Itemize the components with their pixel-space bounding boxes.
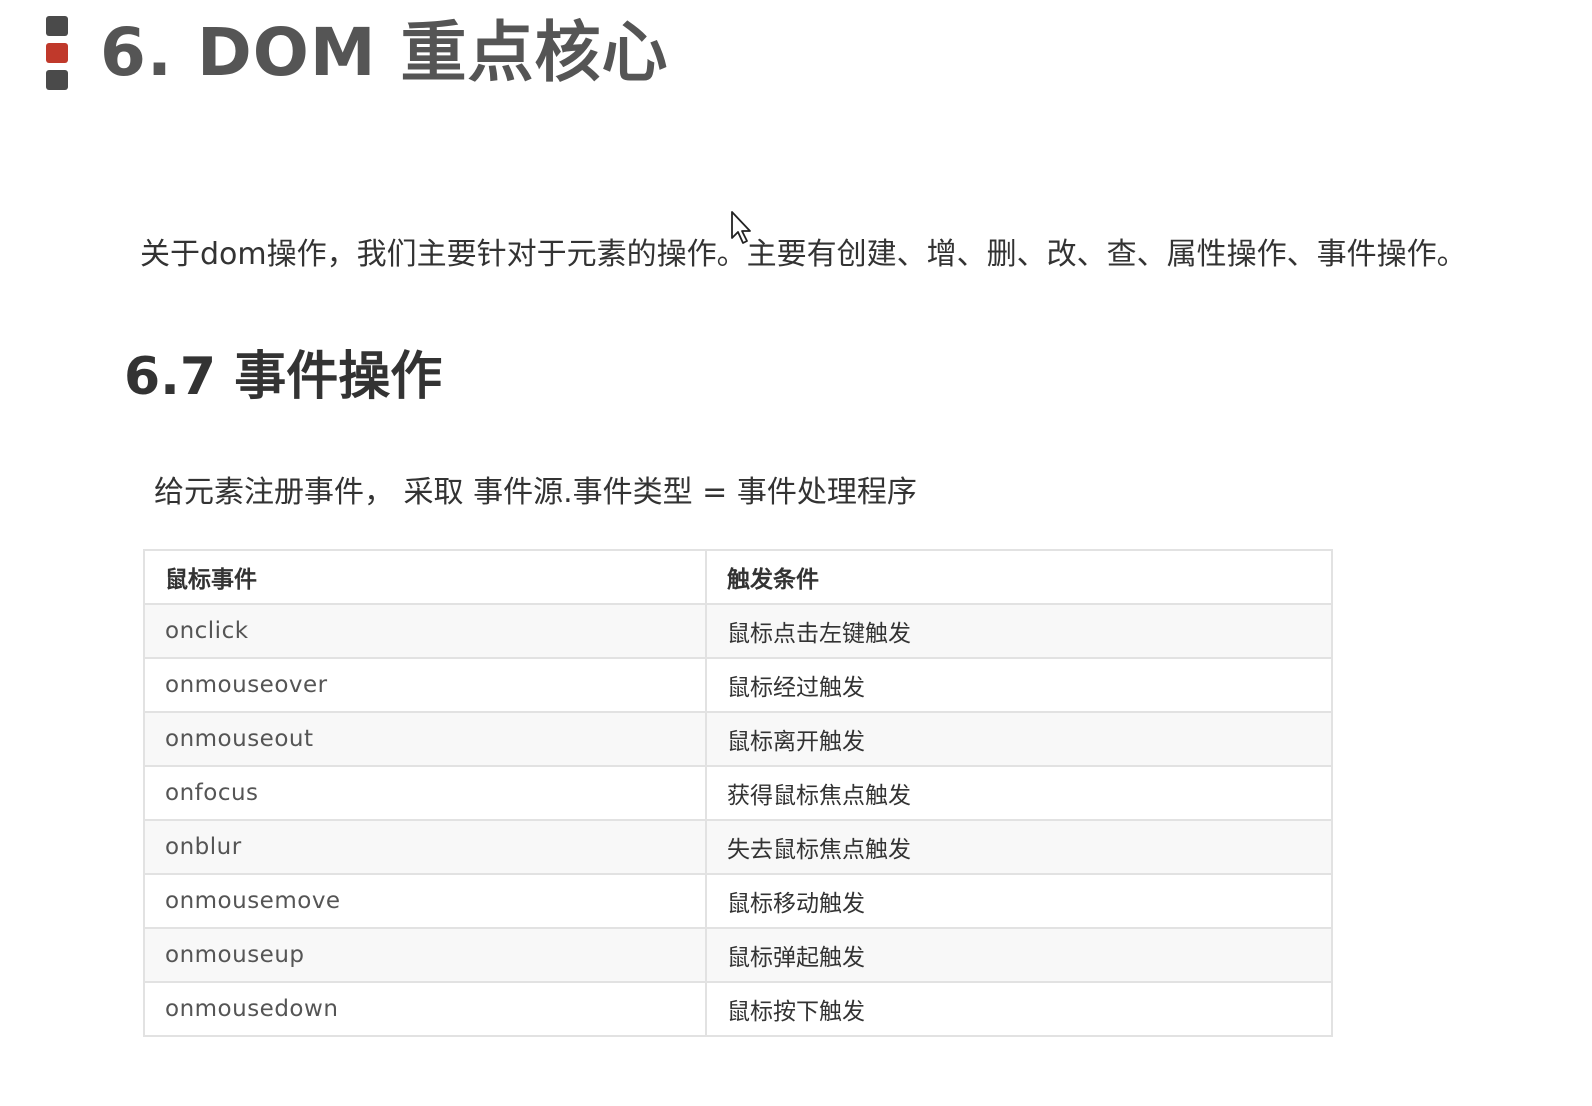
page-title: 6. DOM 重点核心 [100, 14, 669, 91]
table-row: onfocus 获得鼠标焦点触发 [143, 765, 1333, 821]
event-rule-text: 给元素注册事件， 采取 事件源.事件类型 = 事件处理程序 [154, 475, 917, 510]
trigger-condition-cell: 鼠标经过触发 [705, 657, 1333, 713]
trigger-condition-cell: 鼠标移动触发 [705, 873, 1333, 929]
table-row: onmousedown 鼠标按下触发 [143, 981, 1333, 1037]
trigger-condition-cell: 失去鼠标焦点触发 [705, 819, 1333, 875]
marker-block-top [46, 16, 68, 36]
event-name-cell: onmousemove [143, 873, 707, 929]
event-name-cell: onfocus [143, 765, 707, 821]
table-row: onmousemove 鼠标移动触发 [143, 873, 1333, 929]
intro-paragraph: 关于dom操作，我们主要针对于元素的操作。主要有创建、增、删、改、查、属性操作、… [140, 237, 1467, 272]
trigger-condition-cell: 鼠标点击左键触发 [705, 603, 1333, 659]
table-header-row: 鼠标事件 触发条件 [143, 549, 1333, 605]
event-name-cell: onclick [143, 603, 707, 659]
event-name-cell: onblur [143, 819, 707, 875]
table-row: onmouseout 鼠标离开触发 [143, 711, 1333, 767]
event-name-cell: onmousedown [143, 981, 707, 1037]
trigger-condition-cell: 鼠标按下触发 [705, 981, 1333, 1037]
table-row: onclick 鼠标点击左键触发 [143, 603, 1333, 659]
title-marker-icon [46, 16, 68, 90]
header-trigger-condition: 触发条件 [705, 549, 1333, 605]
table-row: onblur 失去鼠标焦点触发 [143, 819, 1333, 875]
trigger-condition-cell: 鼠标弹起触发 [705, 927, 1333, 983]
marker-block-bottom [46, 70, 68, 90]
mouse-events-table: 鼠标事件 触发条件 onclick 鼠标点击左键触发 onmouseover 鼠… [143, 549, 1333, 1037]
event-name-cell: onmouseout [143, 711, 707, 767]
trigger-condition-cell: 鼠标离开触发 [705, 711, 1333, 767]
trigger-condition-cell: 获得鼠标焦点触发 [705, 765, 1333, 821]
event-name-cell: onmouseup [143, 927, 707, 983]
mouse-pointer-icon [731, 211, 751, 244]
marker-block-middle [46, 43, 68, 63]
section-title: 6.7 事件操作 [124, 347, 443, 407]
event-name-cell: onmouseover [143, 657, 707, 713]
table-row: onmouseup 鼠标弹起触发 [143, 927, 1333, 983]
table-row: onmouseover 鼠标经过触发 [143, 657, 1333, 713]
header-mouse-event: 鼠标事件 [143, 549, 707, 605]
